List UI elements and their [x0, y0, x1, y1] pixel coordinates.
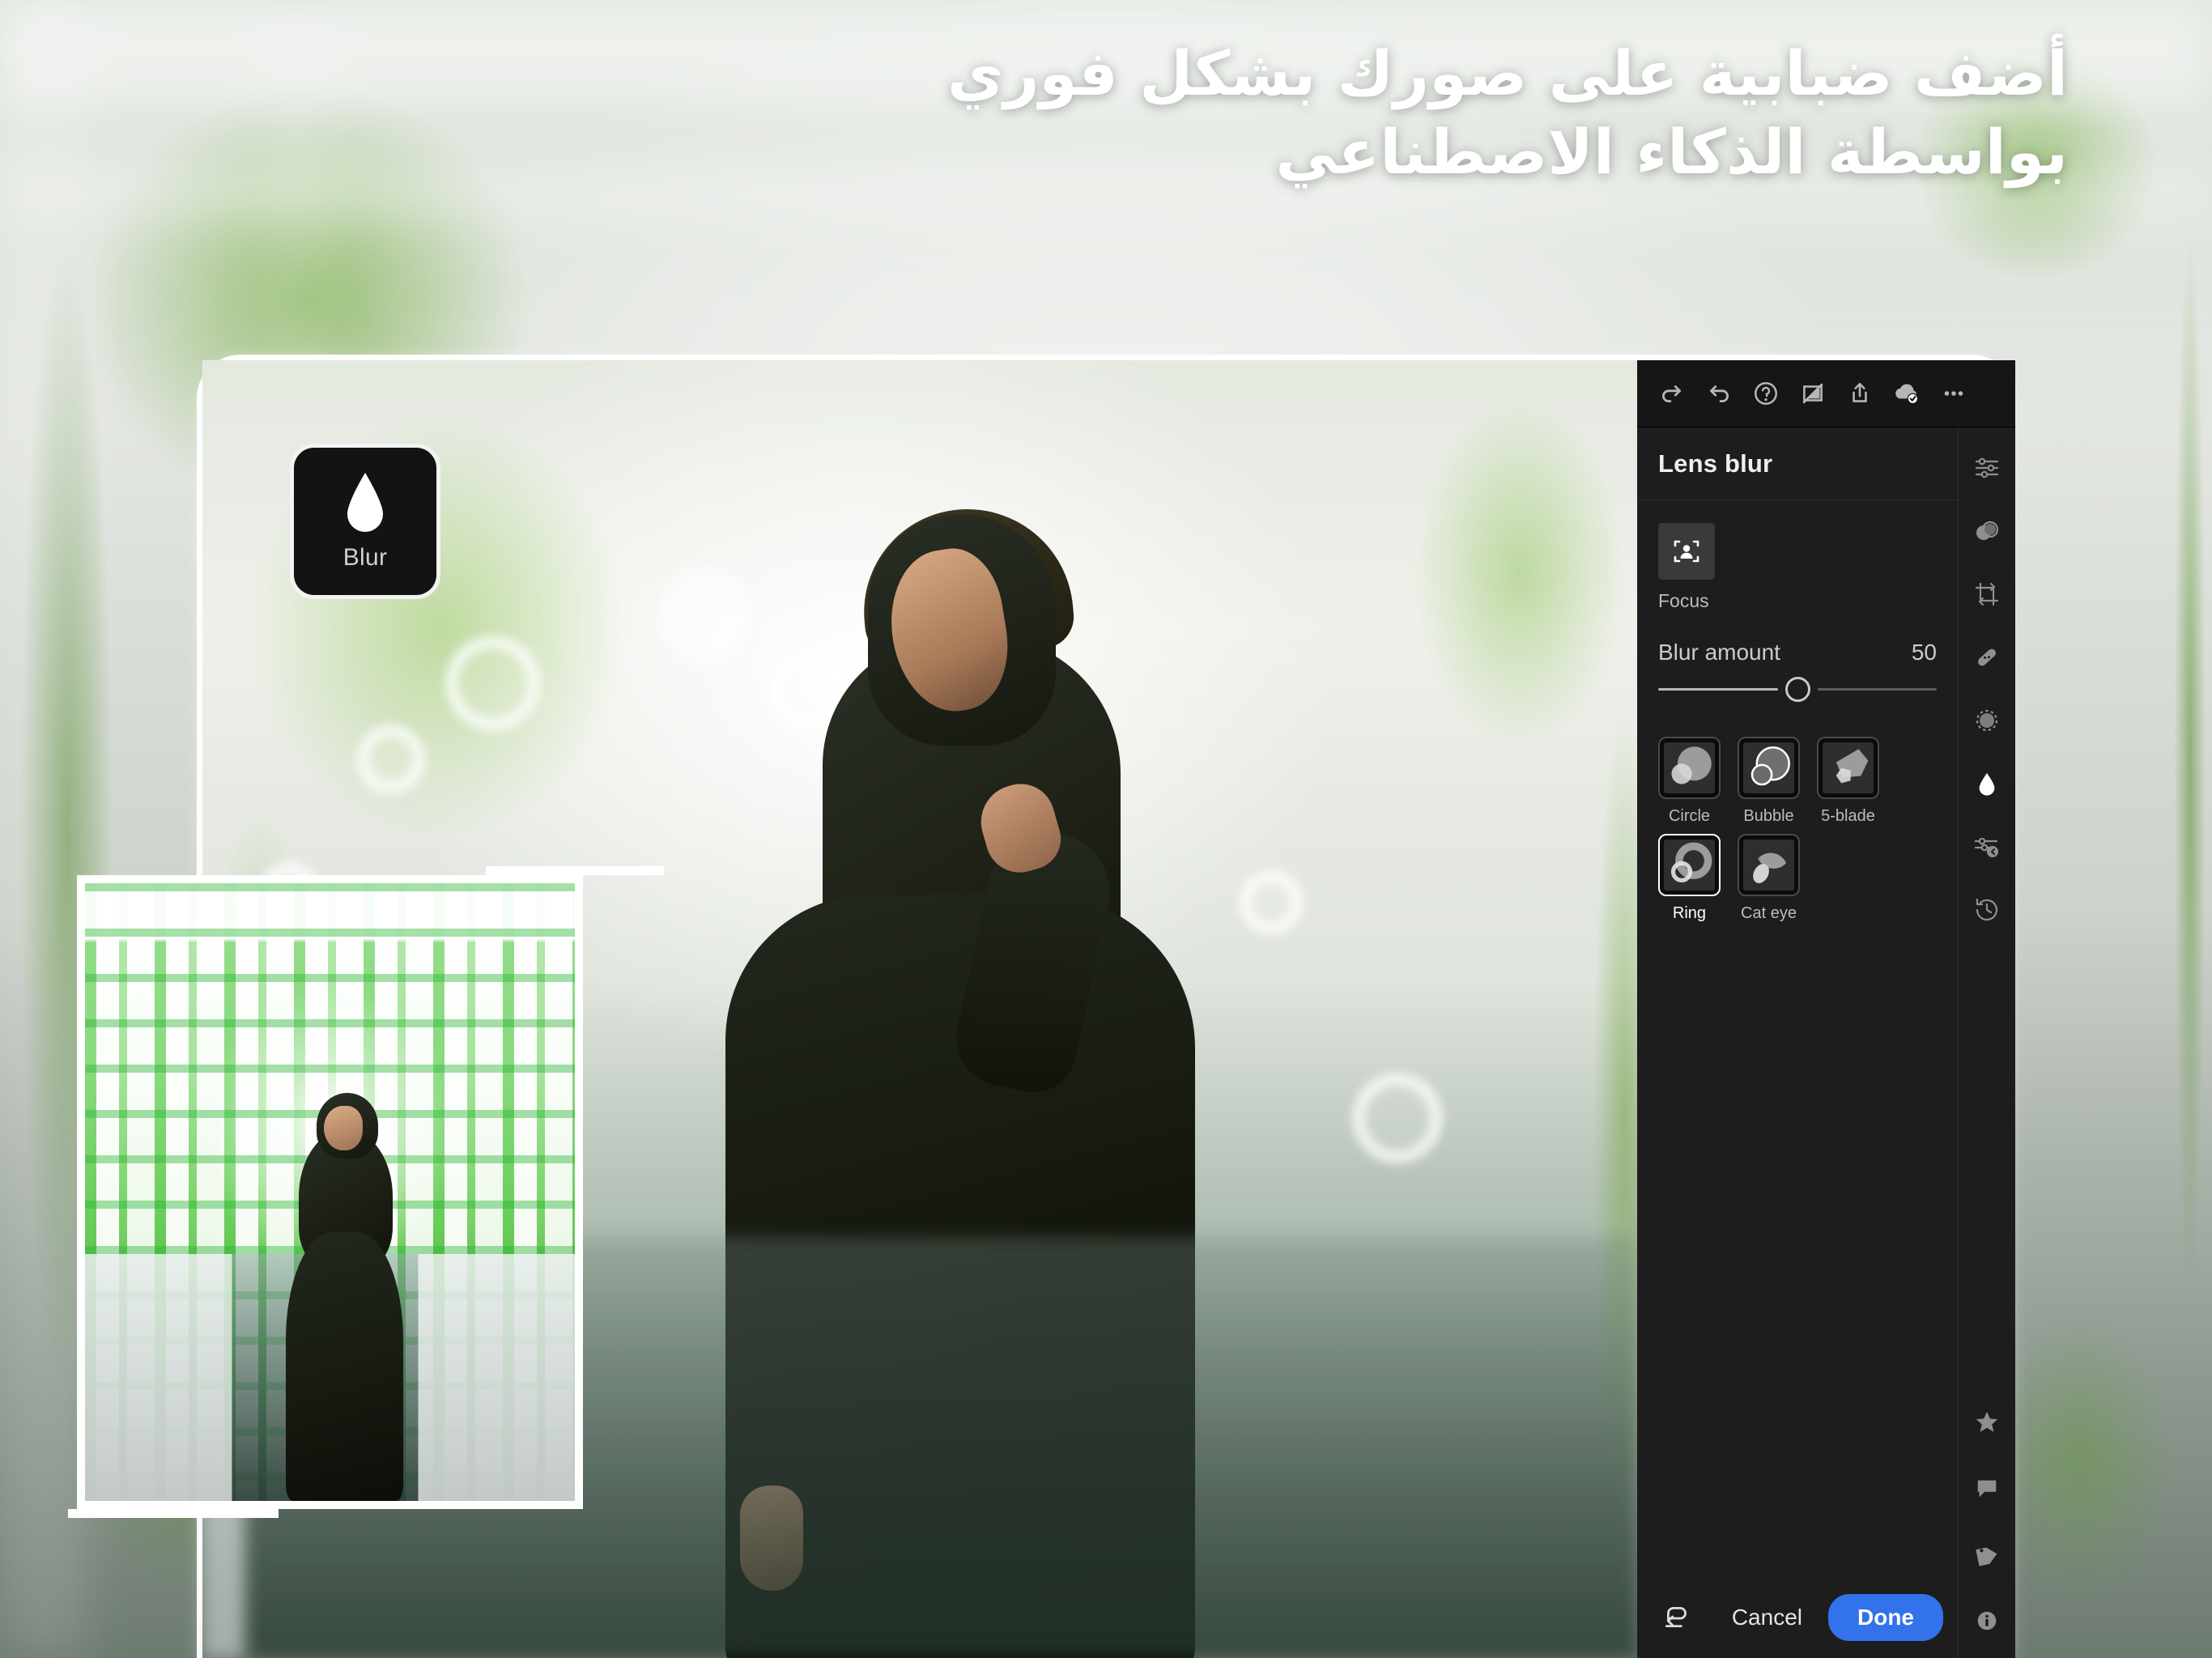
crop-rotate-icon[interactable]: [1966, 573, 2008, 615]
bokeh-ring-icon[interactable]: [1658, 834, 1721, 896]
bokeh-cateye-icon[interactable]: [1738, 834, 1800, 896]
tag-icon[interactable]: [1966, 1533, 2008, 1575]
tool-rail-bottom: [1966, 1401, 2008, 1658]
before-thumbnail[interactable]: [68, 866, 664, 1518]
lens-blur-panel: Lens blur Focus Blur amount 50 Circle Bu…: [1637, 360, 2015, 1658]
thumbnail-frame: [77, 875, 583, 1509]
presets-icon[interactable]: [1966, 826, 2008, 868]
masking-icon[interactable]: [1966, 510, 2008, 552]
help-icon[interactable]: [1742, 370, 1789, 417]
tool-rail-top: [1966, 427, 2008, 931]
bokeh-shape-label: Cat eye: [1741, 904, 1797, 922]
bokeh-shape-bubble[interactable]: Bubble: [1738, 737, 1800, 826]
redo-icon[interactable]: [1648, 370, 1695, 417]
bokeh-bubble-icon[interactable]: [1738, 737, 1800, 799]
blur-tool-badge[interactable]: Blur: [290, 444, 440, 599]
marketing-headline: أضف ضبابية على صورك بشكل فوري بواسطة الذ…: [691, 34, 2068, 192]
tool-rail: [1958, 427, 2015, 1658]
thumbnail-subject: [281, 1093, 408, 1501]
undo-icon[interactable]: [1695, 370, 1742, 417]
focus-control[interactable]: Focus: [1658, 523, 1937, 612]
blur-amount-value: 50: [1911, 640, 1937, 665]
focus-label: Focus: [1658, 590, 1709, 611]
bokeh-highlight: [1352, 1073, 1443, 1163]
lens-blur-icon[interactable]: [1966, 763, 2008, 805]
bokeh-shape-5-blade[interactable]: 5-blade: [1817, 737, 1879, 826]
thumbnail-frame-tab-bottom: [68, 1509, 279, 1518]
denoise-icon[interactable]: [1966, 699, 2008, 742]
blur-amount-control[interactable]: Blur amount 50: [1658, 640, 1937, 703]
star-rating-icon[interactable]: [1966, 1401, 2008, 1443]
bokeh-highlight: [356, 725, 426, 794]
bokeh-shape-label: Ring: [1672, 904, 1707, 922]
compare-before-after-icon[interactable]: [1789, 370, 1836, 417]
blur-amount-slider[interactable]: [1658, 675, 1937, 703]
bokeh-highlight: [445, 636, 541, 731]
info-icon[interactable]: [1966, 1600, 2008, 1642]
headline-line-2: بواسطة الذكاء الاصطناعي: [1275, 116, 2068, 189]
cancel-button[interactable]: Cancel: [1714, 1605, 1820, 1630]
bokeh-shape-cat-eye[interactable]: Cat eye: [1738, 834, 1800, 923]
water-drop-icon: [339, 471, 391, 539]
reset-arrow-icon[interactable]: [1655, 1596, 1699, 1639]
panel-main-column: Lens blur Focus Blur amount 50 Circle Bu…: [1637, 427, 1958, 1658]
bokeh-shape-label: 5-blade: [1821, 807, 1875, 825]
bokeh-circle-icon[interactable]: [1658, 737, 1721, 799]
bokeh-shape-grid[interactable]: Circle Bubble 5-blade Ring Cat eye: [1658, 737, 1937, 923]
panel-header: Lens blur: [1637, 427, 1958, 500]
blur-tool-label: Blur: [342, 544, 388, 571]
share-icon[interactable]: [1836, 370, 1883, 417]
versions-history-icon[interactable]: [1966, 889, 2008, 931]
screenshot-root: أضف ضبابية على صورك بشكل فوري بواسطة الذ…: [0, 0, 2212, 1658]
bokeh-preview: [1743, 840, 1794, 891]
panel-footer: Cancel Done: [1637, 1577, 1958, 1658]
comment-icon[interactable]: [1966, 1467, 2008, 1509]
cloud-synced-icon[interactable]: [1883, 370, 1930, 417]
slider-thumb[interactable]: [1784, 677, 1810, 702]
slider-track-remainder: [1817, 688, 1937, 691]
panel-body: Focus Blur amount 50 Circle Bubble 5-bla…: [1637, 500, 1958, 1577]
bokeh-preview: [1743, 742, 1794, 793]
bokeh-preview: [1823, 742, 1874, 793]
bokeh-shape-circle[interactable]: Circle: [1658, 737, 1721, 826]
thumbnail-frame-tab-top: [486, 866, 664, 875]
bokeh-shape-label: Circle: [1668, 807, 1711, 825]
bokeh-preview: [1664, 840, 1715, 891]
overflow-menu-icon[interactable]: [1930, 370, 1977, 417]
bokeh-shape-ring[interactable]: Ring: [1658, 834, 1721, 923]
edit-sliders-icon[interactable]: [1966, 447, 2008, 489]
blur-amount-label: Blur amount: [1658, 640, 1780, 665]
healing-brush-icon[interactable]: [1966, 636, 2008, 678]
headline-line-1: أضف ضبابية على صورك بشكل فوري: [947, 37, 2068, 109]
bokeh-5blade-icon[interactable]: [1817, 737, 1879, 799]
done-button[interactable]: Done: [1828, 1594, 1943, 1641]
top-toolbar: [1637, 360, 2015, 427]
bokeh-preview: [1664, 742, 1715, 793]
slider-track-filled: [1658, 688, 1778, 691]
subject-focus-icon[interactable]: [1658, 523, 1715, 580]
panel-title: Lens blur: [1658, 449, 1773, 478]
bokeh-shape-label: Bubble: [1743, 807, 1794, 825]
